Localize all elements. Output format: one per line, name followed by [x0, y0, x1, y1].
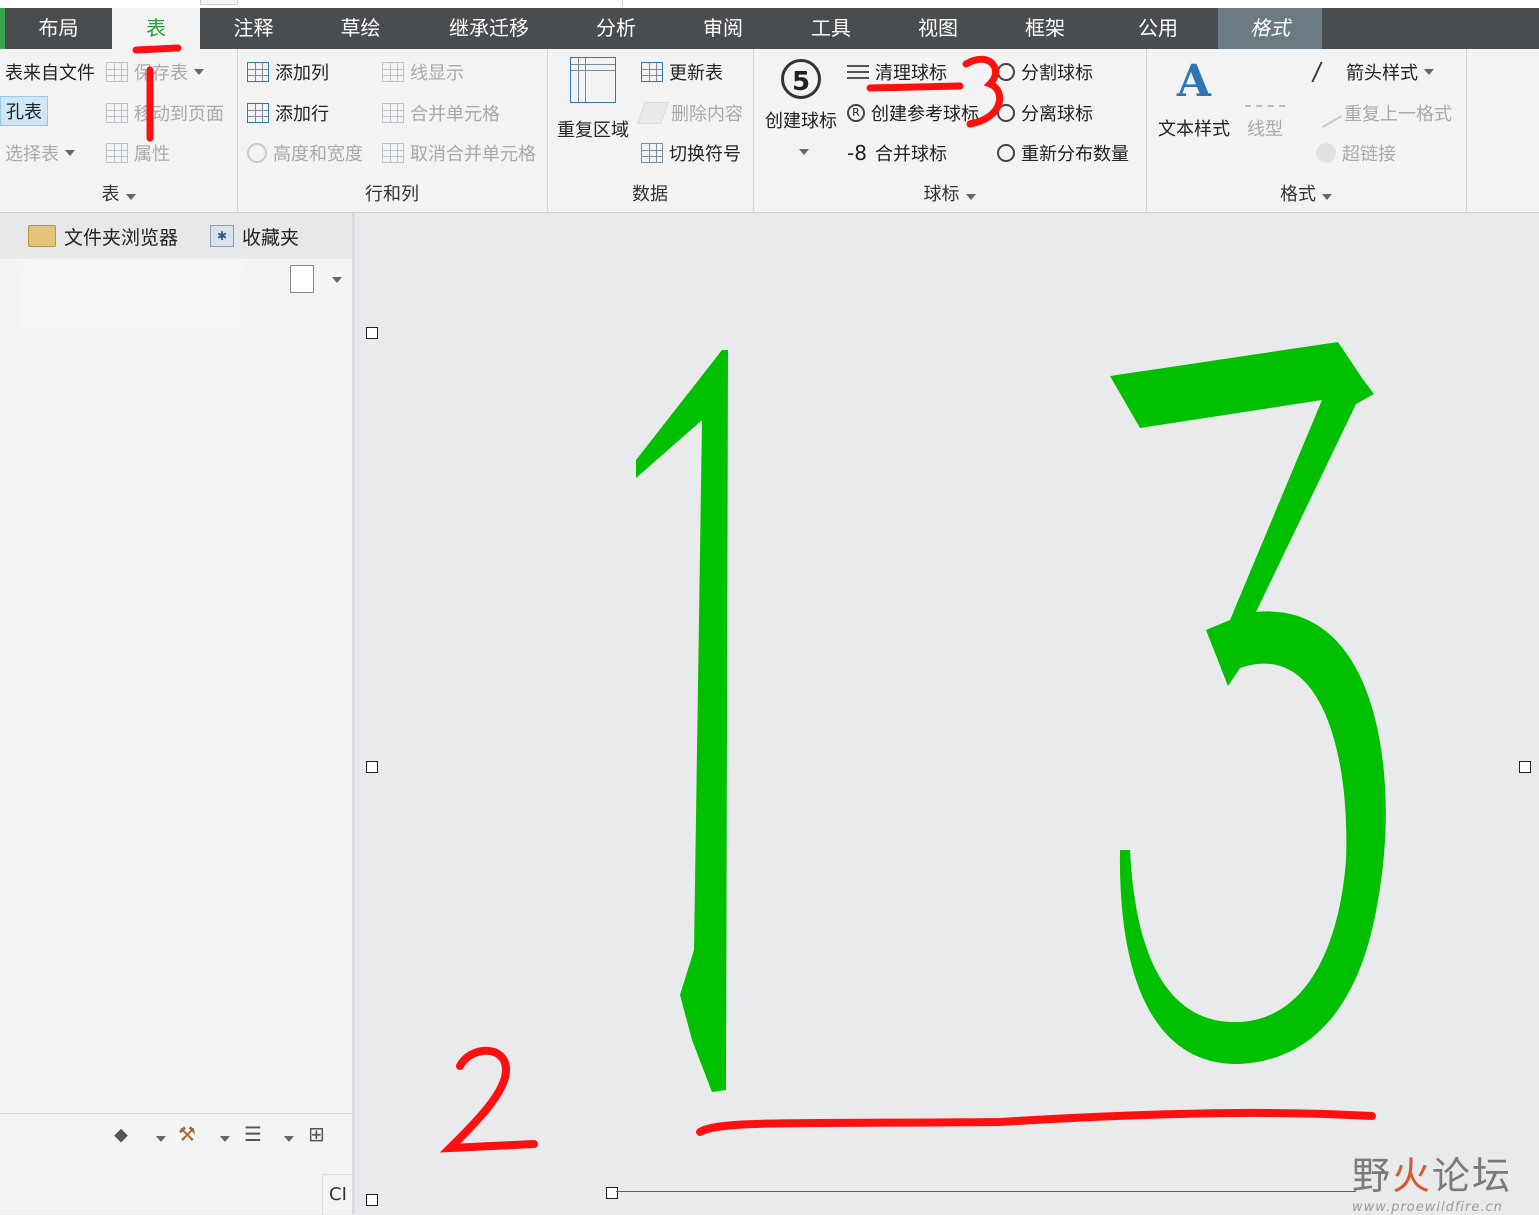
- forum-watermark: 野火论坛 www.proewildfire.cn: [1352, 1145, 1512, 1215]
- annotation-mark-two: [439, 1046, 538, 1153]
- watermark-logo: 野火论坛: [1352, 1154, 1513, 1198]
- annotation-mark-one: [132, 44, 182, 142]
- balloon-digit-one: [636, 350, 728, 1092]
- annotation-mark-three: [866, 55, 1003, 128]
- annotation-overlay: [132, 44, 1386, 1153]
- balloon-digit-three: [1110, 342, 1386, 1065]
- annotation-underline: [696, 1108, 1376, 1136]
- watermark-url: www.proewildfire.cn: [1352, 1200, 1503, 1215]
